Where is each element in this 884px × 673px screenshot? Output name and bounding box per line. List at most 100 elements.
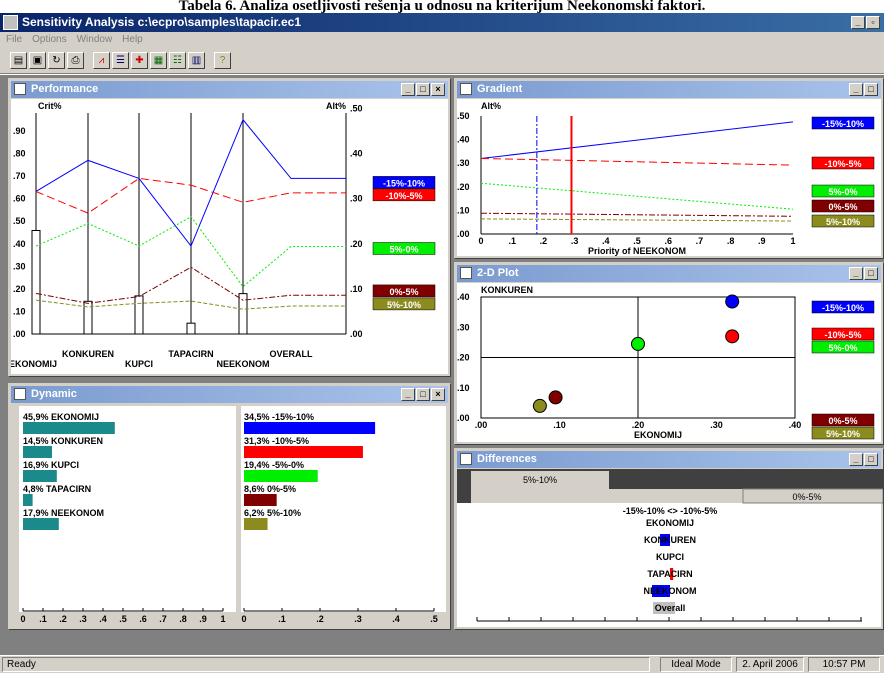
- y-axis-label: Alt%: [481, 101, 501, 111]
- status-mode: Ideal Mode: [660, 657, 732, 672]
- 2d-plot-icon[interactable]: ▦: [150, 52, 167, 69]
- x-tick-label: .20: [632, 420, 645, 430]
- criteria-tick-label: 0: [20, 614, 25, 624]
- alternatives-tick-label: .3: [354, 614, 362, 624]
- window-icon[interactable]: ▥: [188, 52, 205, 69]
- gradient-legend-item-label: -15%-10%: [822, 119, 864, 129]
- x-tick-label: .6: [664, 236, 672, 246]
- dynamic-minimize-button[interactable]: _: [401, 388, 415, 401]
- differences-window: Differences _ □ 5%-10% 0%-5% -15%-10% <> -…: [454, 448, 884, 630]
- differences-minimize-button[interactable]: _: [849, 453, 863, 466]
- alternative-bar: [244, 470, 318, 482]
- save-icon[interactable]: ▣: [29, 52, 46, 69]
- dynamic-title-bar[interactable]: Dynamic _ □ ×: [11, 386, 448, 403]
- help-icon[interactable]: ?: [214, 52, 231, 69]
- gradient-title: Gradient: [477, 83, 523, 95]
- x-tick-label: .40: [789, 420, 802, 430]
- x-tick-label: .30: [710, 420, 723, 430]
- criterion-label-lower: EKONOMIJ: [11, 359, 57, 369]
- y-tick-label: .50: [457, 111, 470, 121]
- difference-row-label: KUPCI: [656, 552, 684, 562]
- criterion-weight-bar: [134, 295, 144, 335]
- dynamic-maximize-button[interactable]: □: [416, 388, 430, 401]
- refresh-icon[interactable]: ↻: [48, 52, 65, 69]
- performance-close-button[interactable]: ×: [431, 83, 445, 96]
- differences-maximize-button[interactable]: □: [864, 453, 878, 466]
- dynamic-window: Dynamic _ □ × 45,9% EKONOMIJ 14,5% KONKUR…: [8, 383, 451, 630]
- plot2d-window-icon: [460, 267, 472, 279]
- differences-title-bar[interactable]: Differences _ □: [457, 451, 881, 468]
- plot2d-maximize-button[interactable]: □: [864, 267, 878, 280]
- criteria-tick-label: 1: [220, 614, 225, 624]
- print-icon[interactable]: ⎙: [67, 52, 84, 69]
- gradient-line: [480, 212, 794, 217]
- y-tick-label: .40: [457, 292, 470, 302]
- plot-point: [631, 336, 645, 351]
- status-bar: Ready Ideal Mode 2. April 2006 10:57 PM: [0, 656, 884, 673]
- criteria-tick-label: .8: [179, 614, 187, 624]
- performance-legend-item-label: -15%-10%: [383, 178, 425, 188]
- performance-maximize-button[interactable]: □: [416, 83, 430, 96]
- x-tick-label: 0: [478, 236, 483, 246]
- menu-options[interactable]: Options: [32, 34, 66, 45]
- left-tick-label: .20: [13, 284, 26, 294]
- dynamic-chart-icon[interactable]: ☰: [112, 52, 129, 69]
- y-tick-label: .20: [457, 182, 470, 192]
- plot2d-title-bar[interactable]: 2-D Plot _ □: [457, 265, 881, 282]
- alternative-bar-label: 34,5% -15%-10%: [244, 412, 314, 422]
- plot2d-minimize-button[interactable]: _: [849, 267, 863, 280]
- differences-icon[interactable]: ☷: [169, 52, 186, 69]
- criterion-label-lower: NEEKONOM: [216, 359, 269, 369]
- figure-caption: Tabela 6. Analiza osetljivosti rešenja u…: [0, 0, 884, 13]
- criterion-bar: [23, 494, 33, 506]
- menu-bar: File Options Window Help: [0, 32, 884, 48]
- gradient-line: [480, 121, 794, 159]
- criterion-label-upper: OVERALL: [269, 349, 313, 359]
- difference-row-label: Overall: [655, 603, 686, 613]
- x-tick-label: .5: [633, 236, 641, 246]
- plot-point: [532, 398, 547, 413]
- tab-right-label: 0%-5%: [792, 492, 821, 502]
- gradient-minimize-button[interactable]: _: [849, 83, 863, 96]
- criterion-label-upper: TAPACIRN: [168, 349, 213, 359]
- criterion-bar-label: 16,9% KUPCI: [23, 460, 79, 470]
- menu-window[interactable]: Window: [77, 34, 113, 45]
- y-tick-label: .00: [457, 413, 470, 423]
- performance-minimize-button[interactable]: _: [401, 83, 415, 96]
- x-tick-label: .8: [727, 236, 735, 246]
- performance-title: Performance: [31, 83, 99, 95]
- gradient-title-bar[interactable]: Gradient _ □: [457, 81, 881, 98]
- menu-help[interactable]: Help: [122, 34, 143, 45]
- x-tick-label: .4: [602, 236, 610, 246]
- dynamic-body: 45,9% EKONOMIJ 14,5% KONKUREN 16,9% KUPCI 4…: [11, 404, 448, 627]
- maximize-button[interactable]: ▫: [866, 16, 880, 29]
- performance-chart-icon[interactable]: ⩘: [93, 52, 110, 69]
- alternative-bar: [244, 494, 277, 506]
- left-tick-label: .10: [13, 306, 26, 316]
- performance-title-bar[interactable]: Performance _ □ ×: [11, 81, 448, 98]
- gradient-chart-icon[interactable]: ✚: [131, 52, 148, 69]
- x-tick-label: .1: [508, 236, 516, 246]
- criterion-bar: [23, 518, 59, 530]
- minimize-button[interactable]: _: [851, 16, 865, 29]
- dynamic-window-icon: [14, 388, 26, 400]
- plot2d-title: 2-D Plot: [477, 267, 519, 279]
- alternative-bar: [244, 446, 363, 458]
- tab-left-label: 5%-10%: [523, 475, 557, 485]
- dynamic-close-button[interactable]: ×: [431, 388, 445, 401]
- alternative-bar: [244, 518, 268, 530]
- gradient-window: Gradient _ □ Alt% .00 .10 .20 .30 .40 .50 0 .1 .2…: [454, 78, 884, 259]
- toolbar: ▤ ▣ ↻ ⎙ ⩘ ☰ ✚ ▦ ☷ ▥ ?: [0, 48, 884, 74]
- menu-file[interactable]: File: [6, 34, 22, 45]
- x-tick-label: .00: [475, 420, 488, 430]
- open-folder-icon[interactable]: ▤: [10, 52, 27, 69]
- gradient-maximize-button[interactable]: □: [864, 83, 878, 96]
- performance-plot-area: Crit% Alt% .00 .10 .20 .30 .40 .50 .60 .70 .80 .90.…: [9, 99, 448, 374]
- right-tick-label: .20: [350, 239, 363, 249]
- plot2d-legend-item-label: -10%-5%: [824, 330, 861, 340]
- alternative-bar-label: 19,4% -5%-0%: [244, 460, 304, 470]
- plot2d-legend-item-label: -15%-10%: [822, 303, 864, 313]
- plot2d-legend-item-label: 0%-5%: [828, 416, 857, 426]
- x-tick-label: .9: [758, 236, 766, 246]
- criteria-tick-label: .6: [139, 614, 147, 624]
